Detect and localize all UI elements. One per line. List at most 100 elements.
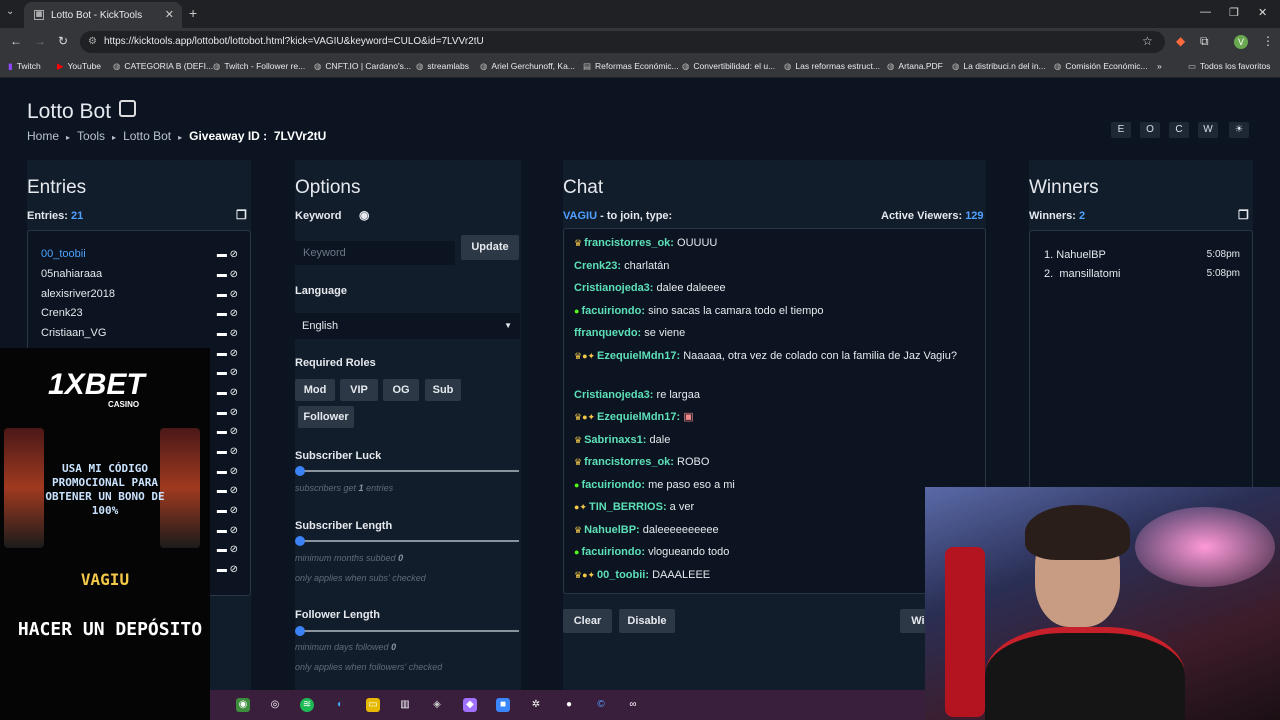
browser-tab-bar: ⌄ ▦ Lotto Bot - KickTools ✕ + — ❐ ✕ <box>0 0 1280 28</box>
breadcrumb-lottobot[interactable]: Lotto Bot <box>123 129 171 143</box>
disable-button[interactable]: Disable <box>619 609 675 633</box>
subscriber-luck-slider[interactable] <box>295 466 519 476</box>
language-value: English <box>302 320 339 332</box>
slider-handle[interactable] <box>295 466 305 476</box>
bookmark-item[interactable]: ◍ Ariel Gerchunoff, Ka... <box>480 61 575 72</box>
entry-actions-icon[interactable]: ▬ ⊘ <box>217 466 238 477</box>
entry-actions-icon[interactable]: ▬ ⊘ <box>217 387 238 398</box>
minimize-icon[interactable]: — <box>1200 6 1211 18</box>
entry-actions-icon[interactable]: ▬ ⊘ <box>217 485 238 496</box>
clear-button[interactable]: Clear <box>563 609 612 633</box>
chrome-icon[interactable]: ◉ <box>236 698 250 712</box>
extension-icon[interactable]: ◆ <box>1176 34 1185 48</box>
gaming-chair <box>945 547 985 717</box>
keyword-input[interactable]: Keyword <box>295 241 455 265</box>
file-explorer-icon[interactable]: ▭ <box>366 698 380 712</box>
subscriber-length-slider[interactable] <box>295 536 519 546</box>
bookmark-item[interactable]: ◍ Twitch - Follower re... <box>213 61 305 72</box>
bookmark-item[interactable]: ▶ YouTube <box>57 61 101 72</box>
close-tab-icon[interactable]: ✕ <box>165 8 174 21</box>
entry-actions-icon[interactable]: ▬ ⊘ <box>217 249 238 260</box>
all-bookmarks-folder[interactable]: ▭ Todos los favoritos <box>1188 61 1270 72</box>
restore-icon[interactable]: ❐ <box>1229 6 1239 19</box>
slider-handle[interactable] <box>295 536 305 546</box>
entry-actions-icon[interactable]: ▬ ⊘ <box>217 308 238 319</box>
app-icon[interactable]: ◆ <box>463 698 477 712</box>
entry-actions-icon[interactable]: ▬ ⊘ <box>217 446 238 457</box>
back-icon[interactable]: ← <box>10 34 22 48</box>
chat-card: Chat VAGIU - to join, type: Active Viewe… <box>563 160 986 720</box>
new-tab-icon[interactable]: + <box>189 5 197 21</box>
app-icon[interactable]: ✲ <box>529 698 543 712</box>
language-select[interactable]: English ▼ <box>295 313 520 339</box>
entry-actions-icon[interactable]: ▬ ⊘ <box>217 328 238 339</box>
copy-winners-icon[interactable]: ❐ <box>1238 208 1249 222</box>
meta-icon[interactable]: ∞ <box>626 698 640 712</box>
globe-icon: ◍ <box>1054 61 1062 71</box>
forward-icon[interactable]: → <box>34 34 46 48</box>
bookmark-item[interactable]: ◍ streamlabs <box>416 61 469 72</box>
entry-item: Cristiaan_VG <box>41 327 107 339</box>
entry-actions-icon[interactable]: ▬ ⊘ <box>217 367 238 378</box>
spotify-icon[interactable]: ≋ <box>300 698 314 712</box>
theme-button-o[interactable]: O <box>1140 122 1160 138</box>
chat-message: ●✦ TIN_BERRIOS: a ver <box>574 501 695 513</box>
role-follower-button[interactable]: Follower <box>298 406 354 428</box>
bookmark-item[interactable]: ◍ La distribuci.n del in... <box>952 61 1046 72</box>
entry-actions-icon[interactable]: ▬ ⊘ <box>217 289 238 300</box>
entry-item: 05nahiaraaa <box>41 268 103 280</box>
bookmark-item[interactable]: ◍ Convertibilidad: el u... <box>682 61 775 72</box>
steam-icon[interactable]: ◈ <box>430 698 444 712</box>
theme-button-w[interactable]: W <box>1198 122 1218 138</box>
entry-actions-icon[interactable]: ▬ ⊘ <box>217 407 238 418</box>
entry-actions-icon[interactable]: ▬ ⊘ <box>217 564 238 575</box>
url-field[interactable]: ⚙ https://kicktools.app/lottobot/lottobo… <box>80 31 1165 53</box>
entry-actions-icon[interactable]: ▬ ⊘ <box>217 505 238 516</box>
entry-actions-icon[interactable]: ▬ ⊘ <box>217 544 238 555</box>
theme-button-light[interactable]: ☀ <box>1229 122 1249 138</box>
bookmark-item[interactable]: ◍ CNFT.IO | Cardano's... <box>314 61 411 72</box>
obs-icon[interactable]: ◎ <box>268 698 282 712</box>
app-icon[interactable]: © <box>594 698 608 712</box>
chat-message: ♛ francistorres_ok: ROBO <box>574 456 710 468</box>
breadcrumb-home[interactable]: Home <box>27 129 59 143</box>
role-mod-button[interactable]: Mod <box>295 379 335 401</box>
giveaway-label: Giveaway ID : <box>189 129 268 143</box>
profile-avatar[interactable]: V <box>1234 35 1248 49</box>
eye-icon[interactable]: ◉ <box>359 208 369 222</box>
breadcrumb-tools[interactable]: Tools <box>77 129 105 143</box>
update-button[interactable]: Update <box>461 235 519 260</box>
theme-button-c[interactable]: C <box>1169 122 1189 138</box>
menu-kebab-icon[interactable]: ⋮ <box>1262 34 1274 48</box>
bookmark-item[interactable]: ◍ CATEGORIA B (DEFI... <box>113 61 213 72</box>
reload-icon[interactable]: ↻ <box>58 34 68 48</box>
store-icon[interactable]: ■ <box>496 698 510 712</box>
bookmarks-overflow-icon[interactable]: » <box>1157 61 1162 71</box>
entry-actions-icon[interactable]: ▬ ⊘ <box>217 269 238 280</box>
entry-actions-icon[interactable]: ▬ ⊘ <box>217 426 238 437</box>
edge-icon[interactable]: ◐ <box>333 698 347 712</box>
close-window-icon[interactable]: ✕ <box>1258 6 1267 19</box>
bookmark-item[interactable]: ▮ Twitch <box>8 61 41 72</box>
bookmark-item[interactable]: ◍ Las reformas estruct... <box>784 61 880 72</box>
site-info-icon[interactable]: ⚙ <box>88 31 97 53</box>
discord-icon[interactable]: ● <box>562 698 576 712</box>
role-sub-button[interactable]: Sub <box>425 379 461 401</box>
role-vip-button[interactable]: VIP <box>340 379 378 401</box>
entry-actions-icon[interactable]: ▬ ⊘ <box>217 525 238 536</box>
follower-length-slider[interactable] <box>295 626 519 636</box>
slider-handle[interactable] <box>295 626 305 636</box>
bookmark-star-icon[interactable]: ☆ <box>1142 34 1153 48</box>
extensions-puzzle-icon[interactable]: ⧉ <box>1200 34 1209 49</box>
entry-actions-icon[interactable]: ▬ ⊘ <box>217 348 238 359</box>
theme-button-e[interactable]: E <box>1111 122 1131 138</box>
role-og-button[interactable]: OG <box>383 379 419 401</box>
copy-entries-icon[interactable]: ❐ <box>236 208 247 222</box>
bookmark-item[interactable]: ◍ Artana.PDF <box>887 61 943 72</box>
bookmark-item[interactable]: ▤ Reformas Económic... <box>583 61 679 72</box>
tab-search-icon[interactable]: ⌄ <box>6 6 14 17</box>
app-icon[interactable]: ▥ <box>398 698 412 712</box>
browser-tab[interactable]: ▦ Lotto Bot - KickTools ✕ <box>24 2 182 28</box>
bookmark-item[interactable]: ◍ Comisión Económic... <box>1054 61 1148 72</box>
entry-item: Crenk23 <box>41 307 83 319</box>
